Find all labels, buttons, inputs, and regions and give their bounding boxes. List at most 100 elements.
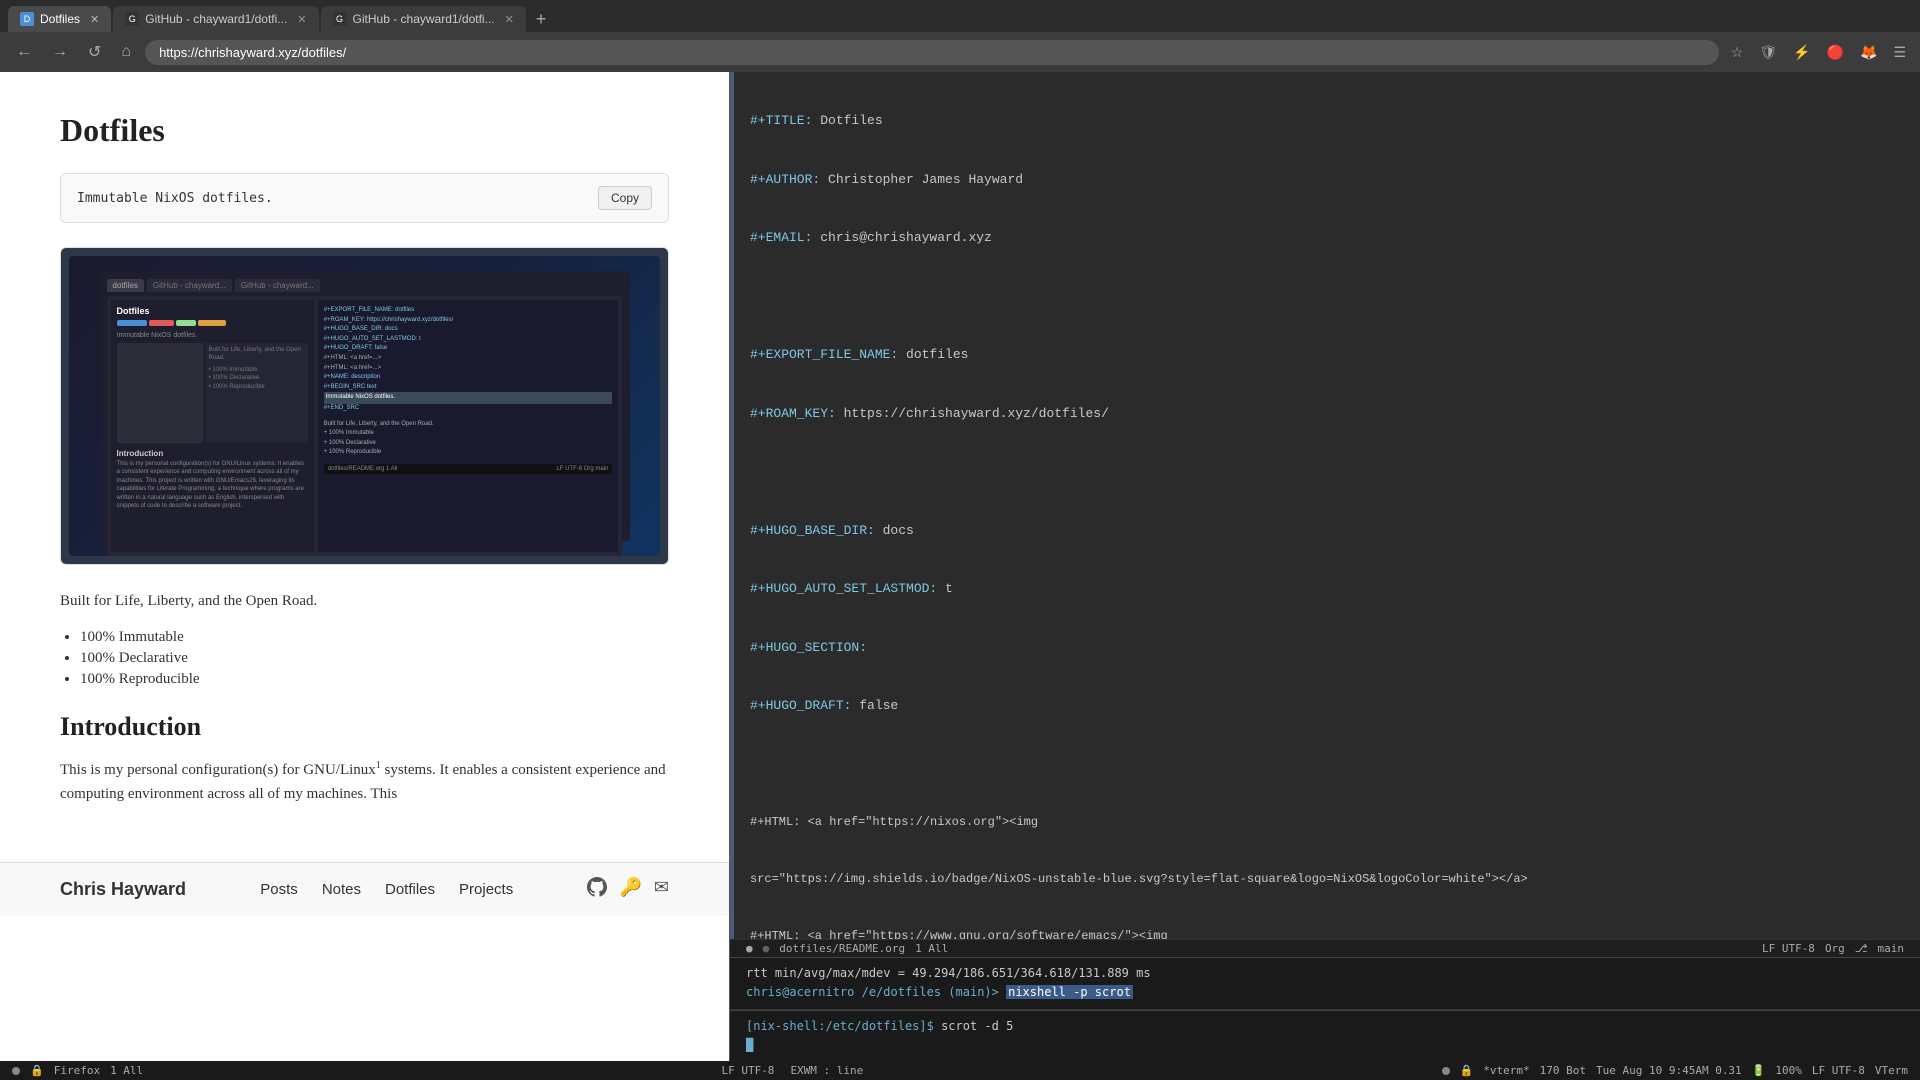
editor-status-left: ● ● dotfiles/README.org 1 All [746, 942, 948, 955]
terminal[interactable]: rtt min/avg/max/mdev = 49.294/186.651/36… [730, 957, 1920, 1008]
back-button[interactable]: ← [10, 39, 38, 65]
extension-icon-4[interactable]: 🦊 [1856, 40, 1881, 65]
tab-github-2[interactable]: G GitHub - chayward1/dotfi... ✕ [321, 6, 526, 32]
footer-link-posts[interactable]: Posts [260, 881, 298, 898]
tab-close-1[interactable]: ✕ [90, 13, 99, 26]
sys-encoding-2: LF UTF-8 [1812, 1064, 1865, 1077]
tab-label-2: GitHub - chayward1/dotfi... [145, 12, 287, 26]
editor-line-10: #+HUGO_SECTION: [734, 638, 1920, 658]
sys-dot-1 [12, 1067, 20, 1075]
nav-bar: ← → ↺ ⌂ ☆ 🛡 ⚡ 🔴 🦊 ☰ [0, 32, 1920, 72]
editor-filename: dotfiles/README.org [779, 942, 905, 955]
sys-battery-icon: 🔋 [1752, 1064, 1766, 1077]
terminal-prompt-line: chris@acernitro /e/dotfiles (main)> nixs… [746, 983, 1904, 1002]
tab-close-3[interactable]: ✕ [505, 13, 514, 26]
kw-hugo-auto: #+HUGO_AUTO_SET_LASTMOD: [750, 581, 945, 596]
terminal-highlight-cmd: nixshell -p scrot [1006, 985, 1133, 999]
editor-line-8: #+HUGO_BASE_DIR: docs [734, 521, 1920, 541]
list-item-3: 100% Reproducible [80, 671, 669, 688]
editor-pane: #+TITLE: Dotfiles #+AUTHOR: Christopher … [730, 72, 1920, 939]
hugo-draft-val: false [859, 698, 898, 713]
copy-box-text: Immutable NixOS dotfiles. [77, 191, 273, 206]
screenshot-content: dotfiles GitHub - chayward... GitHub - c… [99, 271, 631, 541]
reload-button[interactable]: ↺ [82, 38, 107, 66]
editor-line-blank-2 [734, 462, 1920, 482]
list-item-2: 100% Declarative [80, 650, 669, 667]
editor-line-blank-1 [734, 287, 1920, 307]
kw-title: #+TITLE: [750, 113, 820, 128]
editor-line-2: #+AUTHOR: Christopher James Hayward [734, 170, 1920, 190]
sys-bot: 170 Bot [1540, 1064, 1586, 1077]
footer-link-dotfiles[interactable]: Dotfiles [385, 881, 435, 898]
editor-line-5: #+EXPORT_FILE_NAME: dotfiles [734, 345, 1920, 365]
system-bar-left: 🔒 Firefox 1 All [12, 1064, 143, 1077]
page-body-text: Built for Life, Liberty, and the Open Ro… [60, 589, 669, 613]
editor-mode2: Org [1825, 942, 1845, 955]
tab-github-1[interactable]: G GitHub - chayward1/dotfi... ✕ [113, 6, 318, 32]
footer-links: Posts Notes Dotfiles Projects [260, 881, 513, 898]
terminal-prompt: chris@acernitro /e/dotfiles (main)> [746, 985, 999, 999]
screenshot-inner: dotfiles GitHub - chayward... GitHub - c… [61, 248, 668, 564]
extension-icon-1[interactable]: 🛡 [1755, 40, 1781, 65]
extension-icon-3[interactable]: 🔴 [1823, 40, 1848, 65]
email-icon[interactable]: ✉ [654, 877, 669, 902]
list-item-1: 100% Immutable [80, 629, 669, 646]
screenshot-box: dotfiles GitHub - chayward... GitHub - c… [60, 247, 669, 565]
address-input[interactable] [145, 40, 1719, 65]
sys-time: Tue Aug 10 9:45AM 0.31 [1596, 1064, 1742, 1077]
roam-val: https://chrishayward.xyz/dotfiles/ [844, 406, 1109, 421]
page-footer: Chris Hayward Posts Notes Dotfiles Proje… [0, 862, 729, 916]
footer-name: Chris Hayward [60, 879, 186, 900]
github-icon[interactable] [587, 877, 607, 902]
kw-roam: #+ROAM_KEY: [750, 406, 844, 421]
editor-line-3: #+EMAIL: chris@chrishayward.xyz [734, 228, 1920, 248]
tab-close-2[interactable]: ✕ [297, 13, 306, 26]
forward-button[interactable]: → [46, 39, 74, 65]
webpage-content: Dotfiles Immutable NixOS dotfiles. Copy … [0, 72, 729, 862]
page-title: Dotfiles [60, 112, 669, 149]
editor-dot: ● [746, 942, 753, 955]
tab-bar: D Dotfiles ✕ G GitHub - chayward1/dotfi.… [0, 0, 1920, 32]
sys-term: VTerm [1875, 1064, 1908, 1077]
sys-vterm: *vterm* [1483, 1064, 1529, 1077]
editor-branch: main [1878, 942, 1905, 955]
hugo-base-val: docs [883, 523, 914, 538]
editor-content[interactable]: #+TITLE: Dotfiles #+AUTHOR: Christopher … [734, 72, 1920, 939]
terminal-nix-shell[interactable]: [nix-shell:/etc/dotfiles]$ scrot -d 5 █ [730, 1010, 1920, 1061]
bookmark-icon[interactable]: ☆ [1727, 40, 1748, 65]
right-panel: #+TITLE: Dotfiles #+AUTHOR: Christopher … [730, 72, 1920, 1061]
intro-paragraph: This is my personal configuration(s) for… [60, 758, 669, 806]
copy-button[interactable]: Copy [598, 186, 652, 210]
tab-favicon-3: G [333, 12, 347, 26]
browser-chrome: D Dotfiles ✕ G GitHub - chayward1/dotfi.… [0, 0, 1920, 72]
tab-label-1: Dotfiles [40, 12, 80, 26]
editor-branch-icon: ⎇ [1855, 942, 1868, 955]
kw-export: #+EXPORT_FILE_NAME: [750, 347, 906, 362]
copy-box: Immutable NixOS dotfiles. Copy [60, 173, 669, 223]
editor-line-blank-3 [734, 755, 1920, 775]
extension-icon-2[interactable]: ⚡ [1789, 40, 1814, 65]
kw-hugo-base: #+HUGO_BASE_DIR: [750, 523, 883, 538]
footer-link-notes[interactable]: Notes [322, 881, 361, 898]
footer-icons: 🔑 ✉ [587, 877, 669, 902]
tab-dotfiles[interactable]: D Dotfiles ✕ [8, 6, 111, 32]
page-list: 100% Immutable 100% Declarative 100% Rep… [80, 629, 669, 688]
footer-link-projects[interactable]: Projects [459, 881, 513, 898]
editor-line-6: #+ROAM_KEY: https://chrishayward.xyz/dot… [734, 404, 1920, 424]
new-tab-button[interactable]: + [528, 9, 555, 30]
keybase-icon[interactable]: 🔑 [619, 877, 641, 902]
scrot-cmd: scrot -d 5 [941, 1019, 1013, 1033]
intro-section-title: Introduction [60, 712, 669, 742]
home-button[interactable]: ⌂ [115, 39, 137, 65]
editor-line-1: #+TITLE: Dotfiles [734, 111, 1920, 131]
email-val: chris@chrishayward.xyz [820, 230, 992, 245]
terminal-cursor-line: █ [746, 1036, 1904, 1055]
menu-icon[interactable]: ☰ [1889, 40, 1910, 65]
title-val: Dotfiles [820, 113, 882, 128]
author-val: Christopher James Hayward [828, 172, 1023, 187]
editor-line-11: #+HUGO_DRAFT: false [734, 696, 1920, 716]
system-bar: 🔒 Firefox 1 All LF UTF-8 EXWM : line 🔒 *… [0, 1061, 1920, 1080]
sys-lock-icon-2: 🔒 [1460, 1064, 1474, 1077]
rtt-text: rtt min/avg/max/mdev = 49.294/186.651/36… [746, 966, 1151, 980]
tab-favicon-1: D [20, 12, 34, 26]
